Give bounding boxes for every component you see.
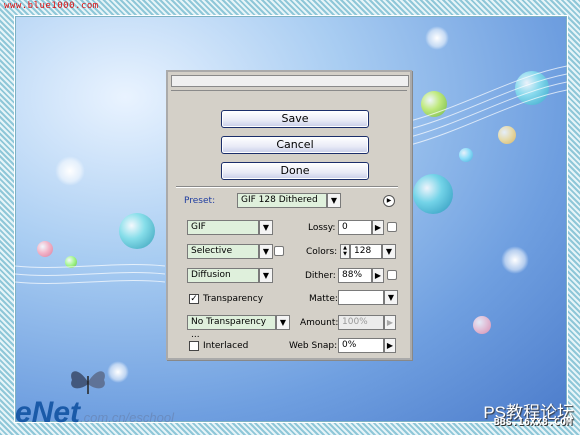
- amount-label: Amount:: [300, 318, 339, 328]
- amount-right-arrow-icon[interactable]: ▶: [384, 315, 396, 330]
- web-snap-label: Web Snap:: [289, 341, 338, 351]
- preset-label: Preset:: [184, 196, 216, 206]
- web-snap-input[interactable]: 0%: [338, 338, 384, 353]
- dither-input[interactable]: 88%: [338, 268, 372, 283]
- matte-color-field[interactable]: [338, 290, 384, 305]
- lossy-mask-icon[interactable]: [387, 222, 397, 232]
- enet-url-text: .com.cn/eschool: [80, 410, 174, 425]
- colors-input[interactable]: 128: [350, 244, 382, 259]
- preset-chevron-down-icon[interactable]: ▼: [327, 193, 341, 208]
- reduction-chevron-down-icon[interactable]: ▼: [259, 244, 273, 259]
- lossy-right-arrow-icon[interactable]: ▶: [372, 220, 384, 235]
- lossy-label: Lossy:: [308, 223, 336, 233]
- lossy-input[interactable]: 0: [338, 220, 372, 235]
- preset-select[interactable]: GIF 128 Dithered: [237, 193, 327, 208]
- interlaced-label: Interlaced: [203, 341, 249, 351]
- colors-chevron-down-icon[interactable]: ▼: [382, 244, 396, 259]
- dither-label: Dither:: [305, 271, 336, 281]
- format-chevron-down-icon[interactable]: ▼: [259, 220, 273, 235]
- dialog-header-strip: [171, 87, 407, 91]
- colors-label: Colors:: [306, 247, 338, 257]
- dither-mask-icon[interactable]: [387, 270, 397, 280]
- bbs-watermark: BBS.16XX8.COM: [493, 417, 572, 428]
- save-button[interactable]: Save: [221, 110, 369, 128]
- settings-divider: [176, 186, 398, 188]
- butterfly-logo: [71, 371, 105, 394]
- done-button[interactable]: Done: [221, 162, 369, 180]
- dialog-title-bar[interactable]: [171, 75, 409, 87]
- dither-algorithm-select[interactable]: Diffusion: [187, 268, 259, 283]
- web-snap-right-arrow-icon[interactable]: ▶: [384, 338, 396, 353]
- transparency-label: Transparency: [203, 294, 264, 304]
- settings-menu-icon[interactable]: ▶: [383, 195, 395, 207]
- save-for-web-dialog: Save Cancel Done Preset: GIF 128 Dithere…: [166, 70, 412, 360]
- amount-input[interactable]: 100%: [338, 315, 384, 330]
- enet-watermark: eNet.com.cn/eschool: [15, 396, 174, 430]
- matte-label: Matte:: [309, 294, 338, 304]
- interlaced-checkbox[interactable]: [189, 341, 199, 351]
- cancel-button[interactable]: Cancel: [221, 136, 369, 154]
- enet-logo-text: eNet: [15, 396, 81, 429]
- transparency-dither-select[interactable]: No Transparency ...: [187, 315, 276, 340]
- matte-chevron-down-icon[interactable]: ▼: [384, 290, 398, 305]
- dither-right-arrow-icon[interactable]: ▶: [372, 268, 384, 283]
- watermark-url: www.blue1000.com: [4, 1, 99, 11]
- reduction-mask-icon[interactable]: [274, 246, 284, 256]
- colors-stepper-icon[interactable]: ▲ ▼: [340, 244, 350, 259]
- transparency-dither-chevron-down-icon[interactable]: ▼: [276, 315, 290, 330]
- reduction-select[interactable]: Selective: [187, 244, 259, 259]
- format-select[interactable]: GIF: [187, 220, 259, 235]
- transparency-checkbox[interactable]: ✓: [189, 294, 199, 304]
- dither-algorithm-chevron-down-icon[interactable]: ▼: [259, 268, 273, 283]
